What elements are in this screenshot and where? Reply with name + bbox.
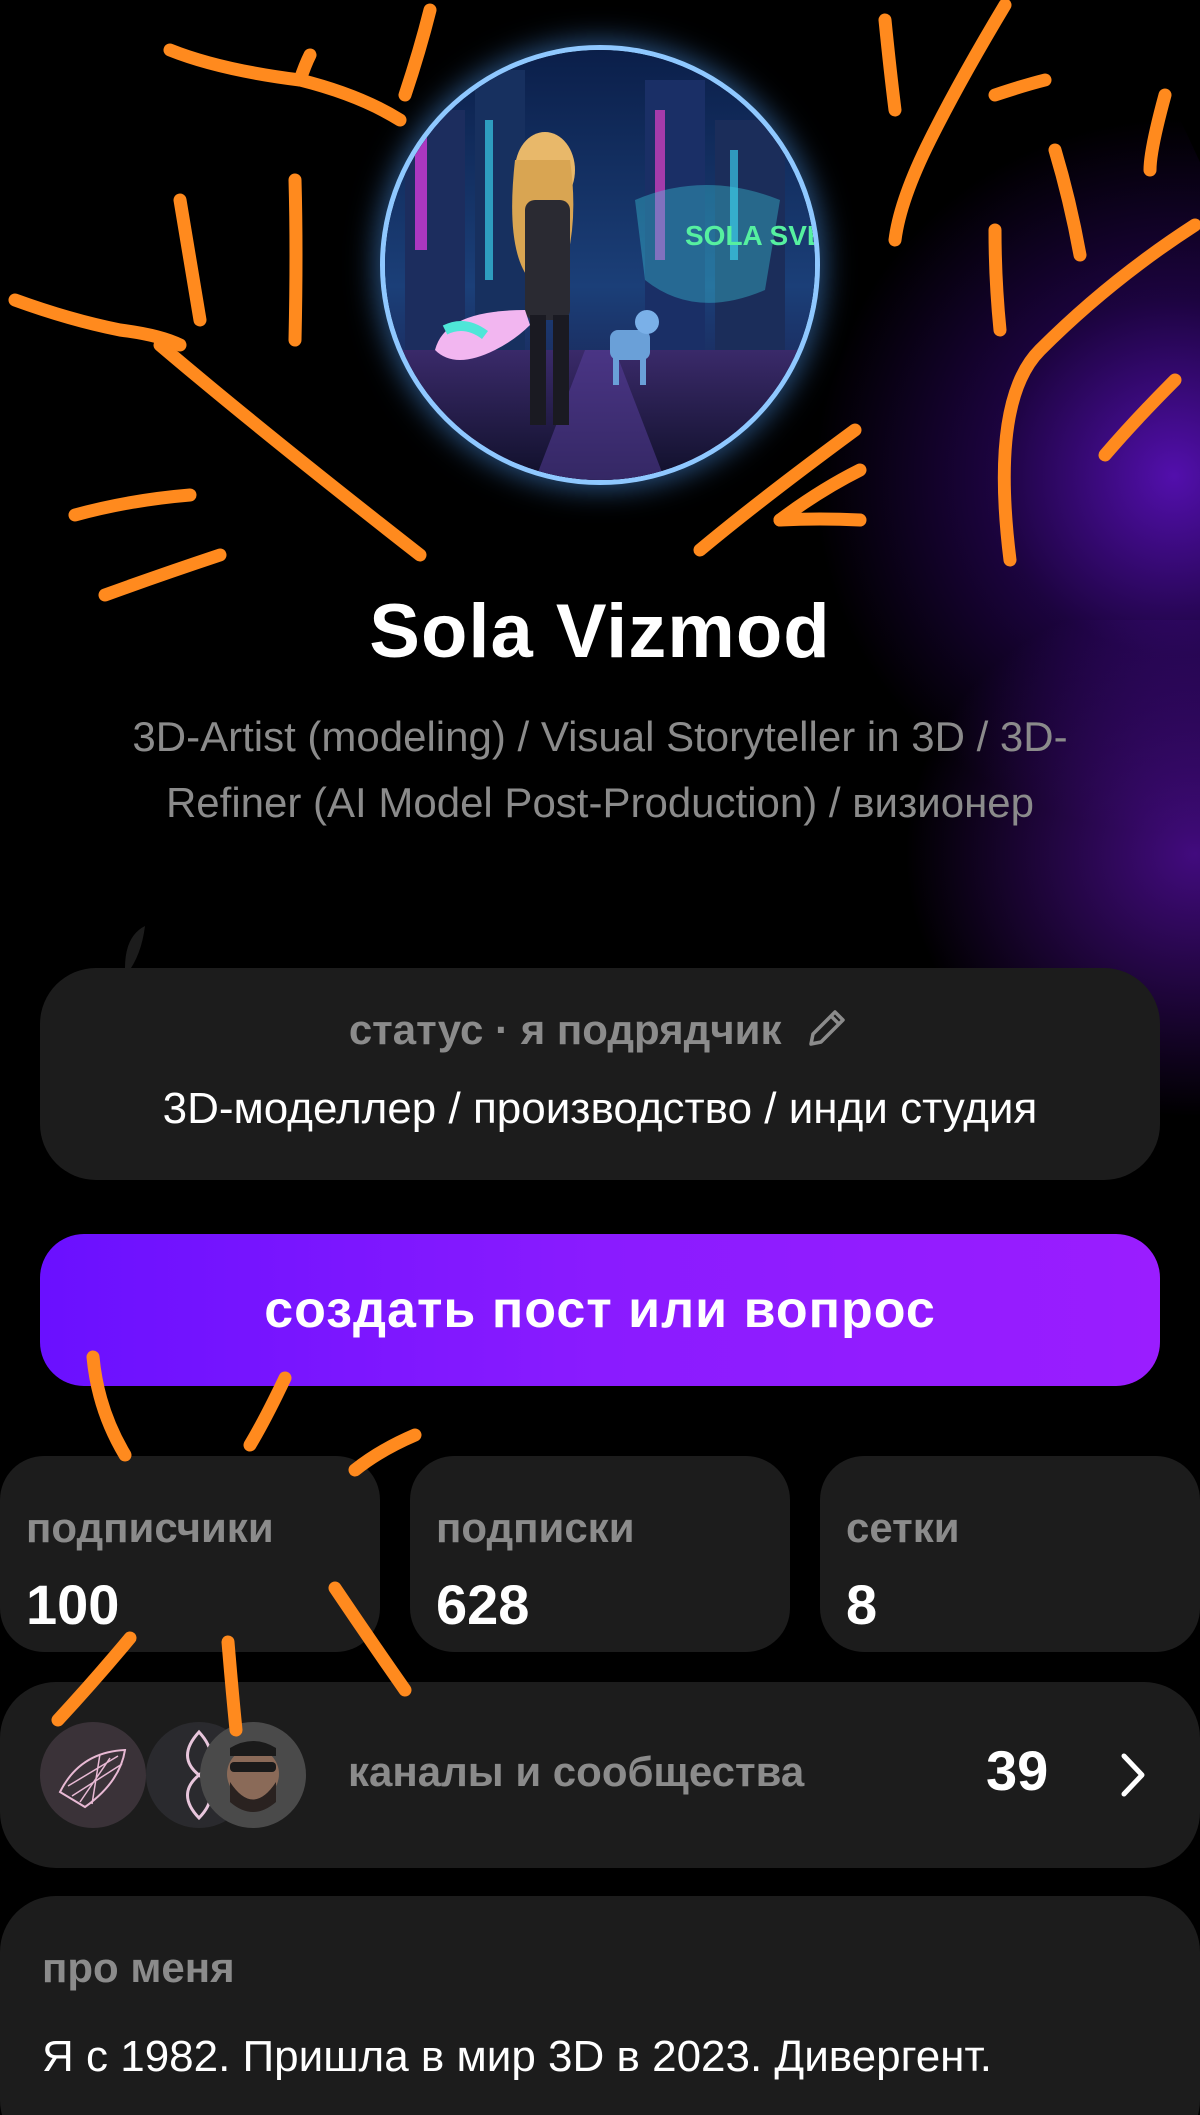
channels-count: 39 [986, 1739, 1049, 1802]
about-text: Я с 1982. Пришла в мир 3D в 2023. Диверг… [42, 2032, 992, 2081]
channels-row[interactable]: каналы и сообщества 39 [0, 1682, 1200, 1868]
channel-avatar [40, 1722, 146, 1828]
stat-grids[interactable]: сетки 8 [820, 1456, 1200, 1652]
profile-subtitle: 3D-Artist (modeling) / Visual Storytelle… [132, 713, 1068, 826]
pencil-icon[interactable] [803, 1004, 851, 1052]
avatar-image: SOLA SVET [385, 50, 815, 480]
stat-following[interactable]: подписки 628 [410, 1456, 790, 1652]
stat-label: сетки [846, 1504, 960, 1551]
stat-followers[interactable]: подписчики 100 [0, 1456, 380, 1652]
channels-label: каналы и сообщества [348, 1748, 805, 1795]
status-text: 3D-моделлер / производство / инди студия [162, 1084, 1038, 1133]
stat-value: 628 [436, 1573, 530, 1636]
channel-avatar [200, 1722, 306, 1828]
profile-page: SOLA SVET Sola Vizmod 3D-Artist (modelin… [0, 0, 1200, 2115]
create-post-button[interactable]: создать пост или вопрос [40, 1234, 1160, 1386]
stat-value: 100 [26, 1573, 120, 1636]
profile-avatar[interactable]: SOLA SVET [385, 50, 815, 480]
profile-name: Sola Vizmod [369, 589, 831, 674]
avatar-sign-text: SOLA SVET [685, 220, 815, 251]
stat-value: 8 [846, 1573, 878, 1636]
status-header-label: статус · я подрядчик [348, 1006, 782, 1053]
stat-label: подписчики [26, 1504, 274, 1551]
status-header: статус · я подрядчик [40, 1004, 1160, 1054]
stat-label: подписки [436, 1504, 635, 1551]
status-card[interactable]: статус · я подрядчик 3D-моделлер / произ… [40, 968, 1160, 1180]
about-card: про меня Я с 1982. Пришла в мир 3D в 202… [0, 1896, 1200, 2115]
about-header: про меня [42, 1944, 235, 1991]
chevron-right-icon[interactable] [1118, 1750, 1148, 1800]
